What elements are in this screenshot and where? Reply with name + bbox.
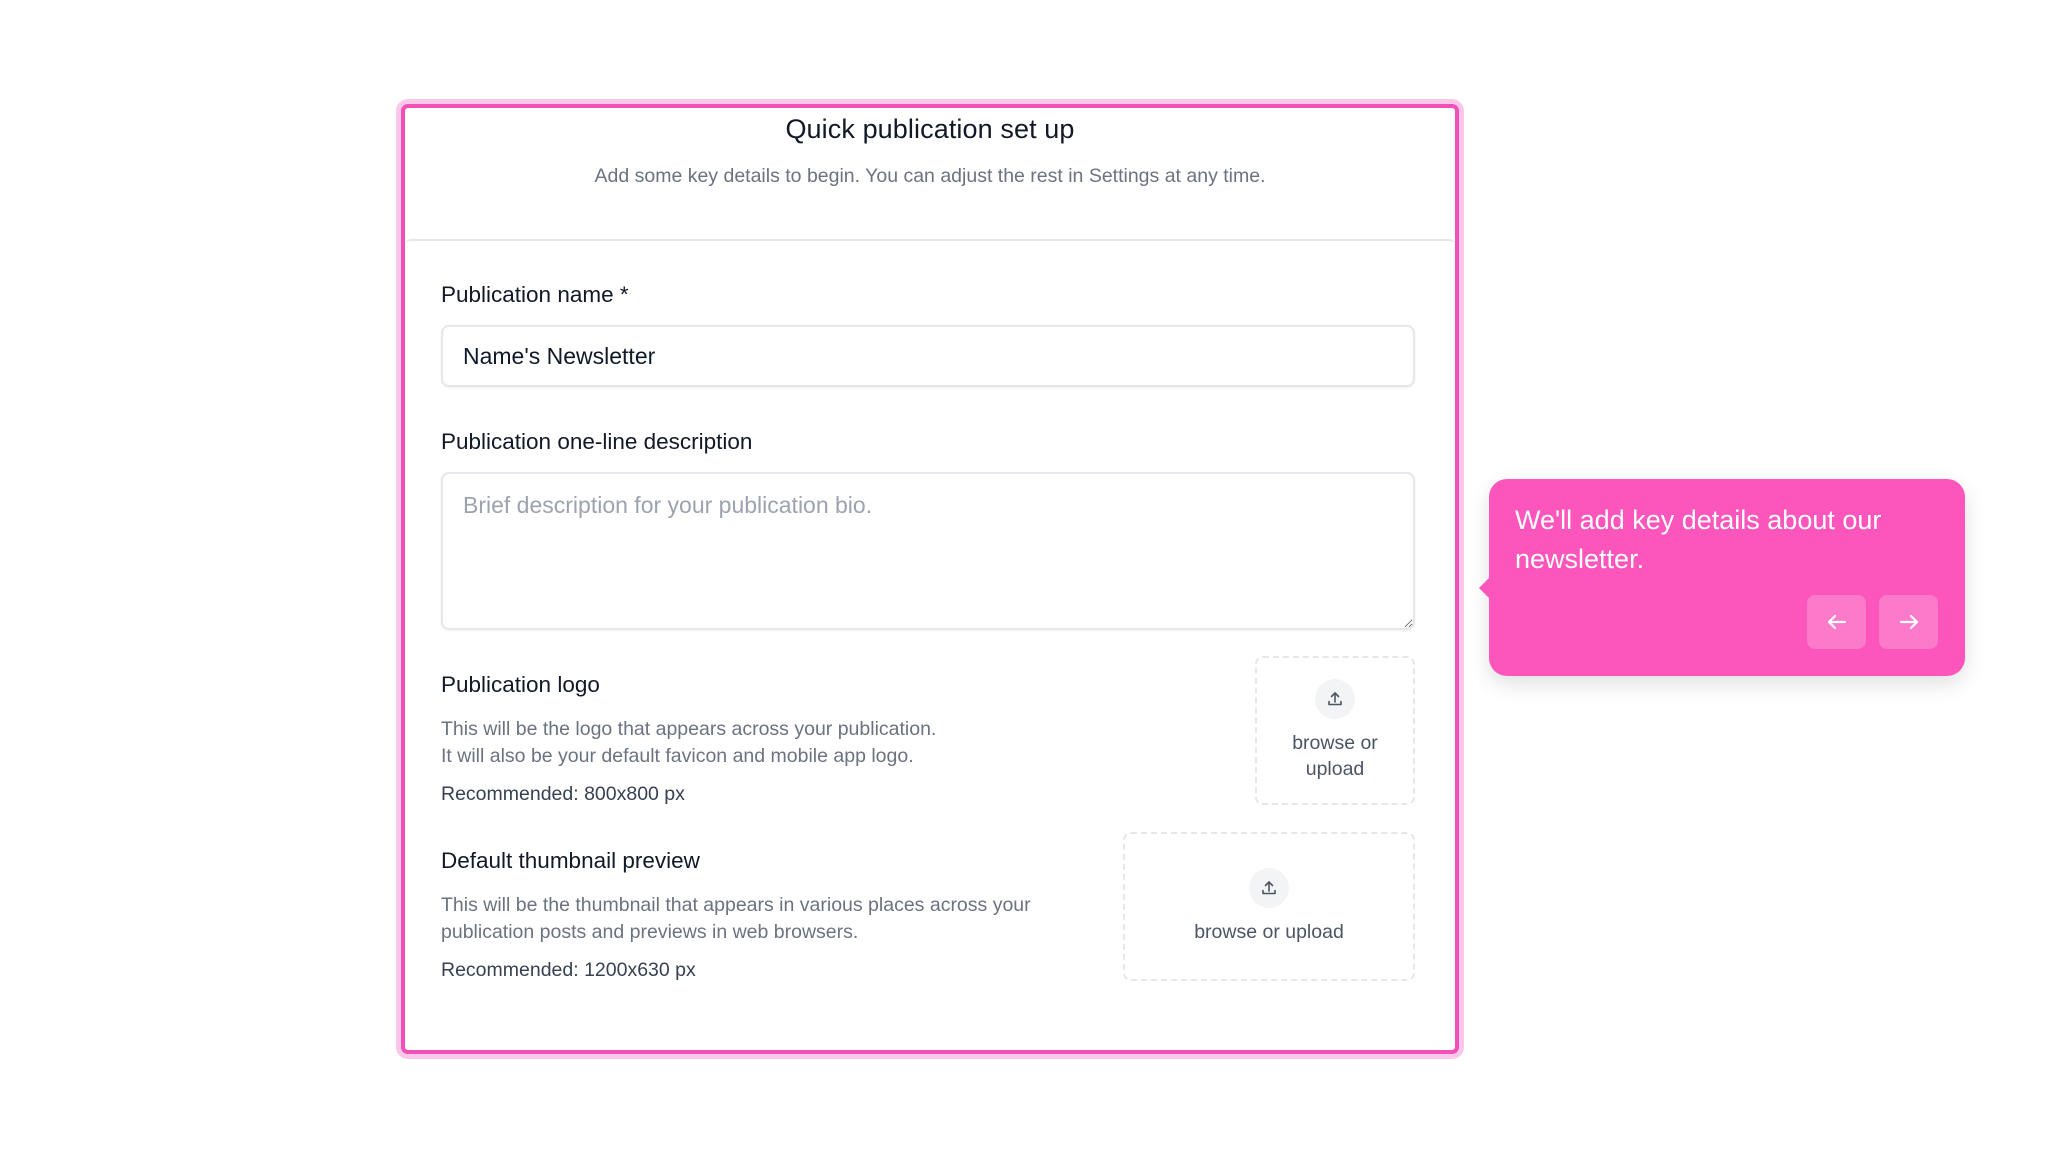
logo-upload-dropzone[interactable]: browse or upload <box>1255 656 1415 805</box>
logo-field: Publication logo This will be the logo t… <box>441 656 1415 806</box>
thumbnail-recommended: Recommended: 1200x630 px <box>441 959 696 981</box>
upload-icon <box>1249 868 1289 908</box>
card-header: Quick publication set up Add some key de… <box>405 108 1455 243</box>
thumbnail-field: Default thumbnail preview This will be t… <box>441 832 1415 982</box>
thumbnail-description: This will be the thumbnail that appears … <box>441 892 1031 946</box>
card-title: Quick publication set up <box>785 114 1075 144</box>
publication-name-label: Publication name * <box>441 282 629 307</box>
thumbnail-upload-label: browse or upload <box>1194 921 1344 943</box>
setup-card: Quick publication set up Add some key de… <box>401 104 1459 1054</box>
thumbnail-description-line: publication posts and previews in web br… <box>441 921 859 943</box>
arrow-left-icon <box>1827 614 1846 630</box>
page: Quick publication set up Add some key de… <box>0 0 2048 1152</box>
tooltip-navigation <box>1807 595 1938 649</box>
card-subtitle: Add some key details to begin. You can a… <box>594 165 1266 187</box>
thumbnail-text: Default thumbnail preview This will be t… <box>441 848 1031 982</box>
upload-icon <box>1315 679 1355 719</box>
logo-label: Publication logo <box>441 672 600 697</box>
publication-name-input[interactable] <box>441 325 1415 387</box>
logo-upload-label-line: browse or <box>1292 732 1378 754</box>
description-textarea[interactable] <box>441 472 1415 630</box>
logo-description-line: This will be the logo that appears acros… <box>441 718 937 740</box>
tooltip-text: We'll add key details about our newslett… <box>1515 505 1882 574</box>
logo-text: Publication logo This will be the logo t… <box>441 672 936 806</box>
onboarding-tooltip: We'll add key details about our newslett… <box>1479 479 1965 676</box>
tooltip-prev-button[interactable] <box>1807 595 1866 649</box>
description-label: Publication one-line description <box>441 429 753 454</box>
thumbnail-description-line: This will be the thumbnail that appears … <box>441 894 1031 916</box>
thumbnail-label: Default thumbnail preview <box>441 848 700 873</box>
logo-recommended: Recommended: 800x800 px <box>441 783 685 805</box>
thumbnail-upload-dropzone[interactable]: browse or upload <box>1123 832 1415 981</box>
tooltip-next-button[interactable] <box>1879 595 1938 649</box>
logo-description: This will be the logo that appears acros… <box>441 716 936 770</box>
publication-name-field: Publication name * <box>441 282 1415 387</box>
arrow-right-icon <box>1899 614 1918 630</box>
divider <box>405 239 1455 245</box>
setup-form: Publication name * Publication one-line … <box>441 282 1415 982</box>
description-field: Publication one-line description <box>441 429 1415 630</box>
logo-description-line: It will also be your default favicon and… <box>441 745 914 767</box>
logo-upload-label-line: upload <box>1305 758 1365 780</box>
